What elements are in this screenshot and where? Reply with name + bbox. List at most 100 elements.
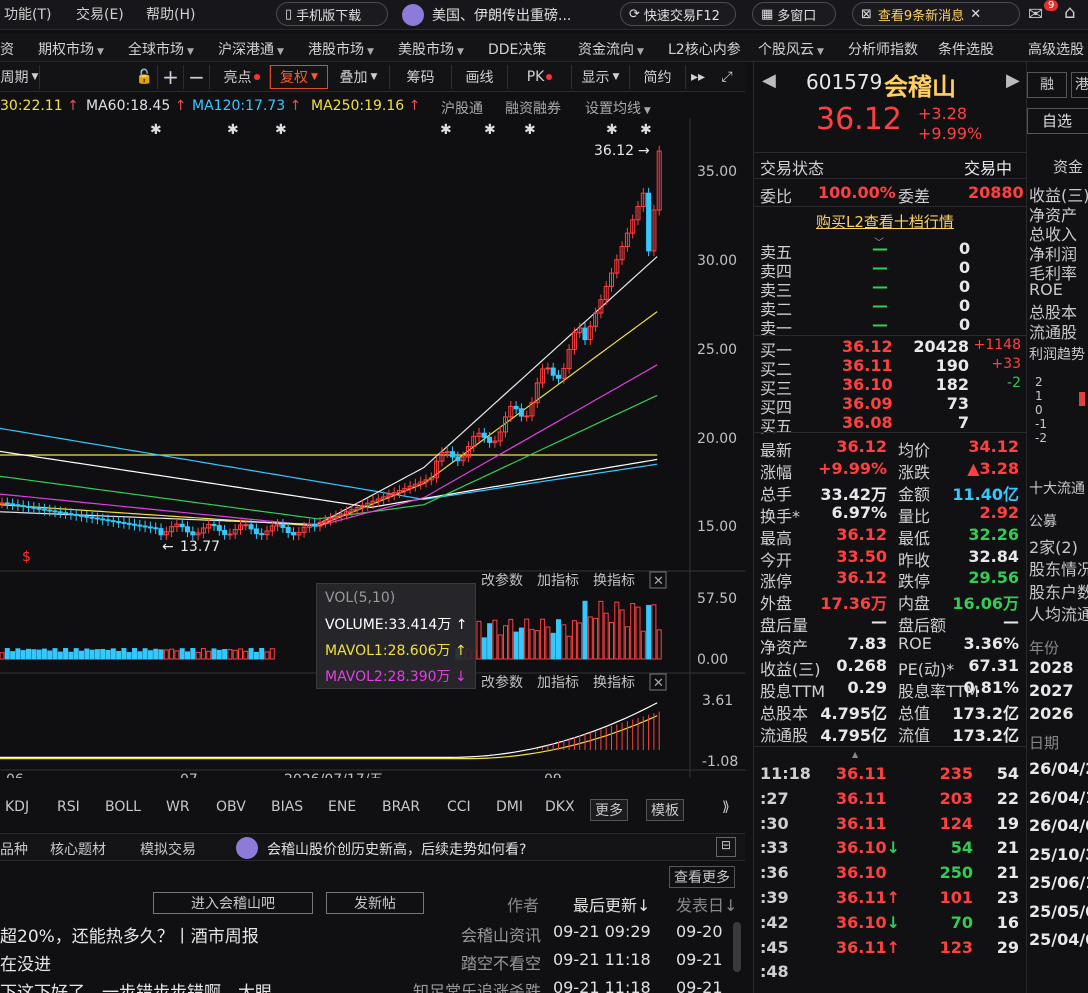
year-item[interactable]: 2028 — [1029, 658, 1074, 677]
fast-forward-icon[interactable]: ▸▸ — [686, 65, 710, 89]
col-author[interactable]: 作者 — [507, 892, 539, 916]
event-marker-icon[interactable]: ✱ — [484, 122, 496, 138]
indicator-tab-dmi[interactable]: DMI — [496, 799, 523, 815]
period-select[interactable]: 周期 ▼ — [0, 65, 40, 89]
indicator-tab-更多[interactable]: 更多 — [590, 799, 628, 821]
nav-item-11[interactable]: 条件选股 — [938, 39, 994, 59]
hk-connect-link[interactable]: 沪股通 — [441, 98, 483, 118]
indicator-tab-boll[interactable]: BOLL — [105, 799, 141, 815]
indicator-tab-bias[interactable]: BIAS — [271, 799, 303, 815]
display-button[interactable]: 显示 ▼ — [572, 65, 630, 89]
simple-button[interactable]: 简约 — [630, 65, 686, 89]
col-date[interactable]: 发表日↓ — [676, 892, 737, 916]
nav-item-1[interactable]: 期权市场 ▼ — [38, 39, 104, 59]
nav-item-7[interactable]: 资金流向 ▼ — [578, 39, 644, 59]
nav-item-3[interactable]: 沪深港通 ▼ — [218, 39, 284, 59]
news-ticker[interactable]: 美国、伊朗传出重磅... — [402, 3, 602, 27]
dividend-icon[interactable]: $ — [22, 549, 31, 565]
indicator-tab-模板[interactable]: 模板 — [646, 799, 684, 821]
nav-item-9[interactable]: 个股风云 ▼ — [758, 39, 824, 59]
menu-help[interactable]: 帮助(H) — [146, 4, 195, 24]
highlight-button[interactable]: 亮点 — [214, 65, 270, 89]
event-marker-icon[interactable]: ✱ — [640, 122, 652, 138]
holder-item[interactable]: 股东户数 — [1029, 579, 1088, 603]
tab-core-topic[interactable]: 核心题材 — [50, 839, 106, 859]
draw-button[interactable]: 画线 — [452, 65, 508, 89]
date-item[interactable]: 26/04/2 — [1029, 759, 1088, 778]
sub-chart-link[interactable]: 加指标 — [537, 675, 579, 691]
news-title[interactable]: 超20%，还能热多久？丨酒市周报 — [0, 922, 430, 947]
nav-item-5[interactable]: 美股市场 ▼ — [398, 39, 464, 59]
post-button[interactable]: 发新帖 — [326, 892, 424, 914]
next-stock-icon[interactable]: ▶ — [1006, 70, 1020, 91]
menu-function[interactable]: 功能(T) — [4, 4, 51, 24]
ask-price[interactable]: — — [872, 296, 888, 315]
holder-item[interactable]: 股东情况 — [1029, 556, 1088, 580]
tab-variety[interactable]: 品种 — [0, 839, 28, 859]
year-item[interactable]: 2027 — [1029, 681, 1074, 700]
lock-icon[interactable]: 🔓 — [132, 65, 158, 89]
bid-price[interactable]: 36.12 — [842, 337, 893, 356]
close-icon[interactable]: ✕ — [970, 7, 981, 22]
bid-price[interactable]: 36.11 — [842, 356, 893, 375]
nav-item-6[interactable]: DDE决策 — [488, 39, 546, 59]
chips-button[interactable]: 筹码 — [390, 65, 452, 89]
event-marker-icon[interactable]: ✱ — [606, 122, 618, 138]
bid-price[interactable]: 36.08 — [842, 413, 893, 432]
sub-chart-link[interactable]: 换指标 — [593, 674, 635, 691]
nav-item-8[interactable]: L2核心内参 — [668, 39, 741, 59]
indicator-tab-ene[interactable]: ENE — [328, 799, 356, 815]
scroll-right-icon[interactable]: ⟫ — [722, 799, 730, 815]
date-item[interactable]: 26/04/1 — [1029, 788, 1088, 807]
ask-price[interactable]: — — [872, 277, 888, 296]
col-updated[interactable]: 最后更新↓ — [573, 892, 650, 916]
indicator-tab-rsi[interactable]: RSI — [57, 799, 80, 815]
chevron-up-icon[interactable]: ▲ — [852, 750, 858, 759]
news-author[interactable]: 知足常乐追涨杀跌 — [413, 978, 541, 993]
finance-item[interactable]: 流通股 — [1029, 319, 1077, 343]
add-watchlist-button[interactable]: 自选 — [1027, 108, 1088, 134]
news-title[interactable]: 下这下好了，一步错步步错啊，大眼 — [0, 978, 430, 993]
tab-sim-trade[interactable]: 模拟交易 — [140, 839, 196, 859]
event-marker-icon[interactable]: ✱ — [150, 122, 162, 138]
nav-item-2[interactable]: 全球市场 ▼ — [128, 39, 194, 59]
nav-item-10[interactable]: 分析师指数 — [848, 39, 918, 59]
news-author[interactable]: 踏空不看空 — [461, 950, 541, 974]
sub-chart-link[interactable]: 换指标 — [593, 572, 635, 589]
news-title[interactable]: 在没进 — [0, 950, 430, 975]
year-item[interactable]: 2026 — [1029, 704, 1074, 723]
nav-item-4[interactable]: 港股市场 ▼ — [308, 39, 374, 59]
pk-button[interactable]: PK — [508, 65, 572, 89]
nav-item-0[interactable]: 资 — [0, 39, 14, 59]
close-icon[interactable]: ✕ — [653, 676, 664, 691]
mail-icon[interactable]: ✉ 9 — [1028, 0, 1059, 25]
hk-button[interactable]: 港 — [1071, 72, 1088, 98]
collapse-icon[interactable]: ⊟ — [716, 837, 736, 857]
menu-trade[interactable]: 交易(E) — [76, 4, 124, 24]
messages-button[interactable]: ⊠ 查看9条新消息 ✕ — [852, 2, 1020, 26]
tab-funds[interactable]: 资金 — [1053, 156, 1083, 177]
date-item[interactable]: 26/04/0 — [1029, 816, 1088, 835]
margin-button[interactable]: 融 — [1027, 72, 1067, 98]
see-more-button[interactable]: 查看更多 — [669, 866, 735, 888]
indicator-tab-cci[interactable]: CCI — [447, 799, 471, 815]
enter-bar-button[interactable]: 进入会稽山吧 — [153, 892, 313, 914]
prev-stock-icon[interactable]: ◀ — [762, 70, 776, 91]
event-marker-icon[interactable]: ✱ — [524, 122, 536, 138]
news-scrollbar[interactable] — [733, 922, 741, 972]
zoom-out-icon[interactable]: − — [184, 65, 210, 89]
date-item[interactable]: 25/05/0 — [1029, 902, 1088, 921]
holder-item[interactable]: 2家(2) — [1029, 534, 1078, 558]
event-marker-icon[interactable]: ✱ — [440, 122, 452, 138]
indicator-tab-kdj[interactable]: KDJ — [5, 799, 29, 815]
sub-chart-link[interactable]: 加指标 — [537, 573, 579, 589]
holder-item[interactable]: 公募 — [1029, 511, 1057, 531]
sub-chart-link[interactable]: 改参数 — [481, 572, 523, 589]
bid-price[interactable]: 36.10 — [842, 375, 893, 394]
bid-price[interactable]: 36.09 — [842, 394, 893, 413]
indicator-tab-wr[interactable]: WR — [166, 799, 190, 815]
finance-item[interactable]: ROE — [1029, 280, 1063, 299]
date-item[interactable]: 25/06/1 — [1029, 873, 1088, 892]
overlay-button[interactable]: 叠加 ▼ — [328, 65, 390, 89]
event-marker-icon[interactable]: ✱ — [227, 122, 239, 138]
